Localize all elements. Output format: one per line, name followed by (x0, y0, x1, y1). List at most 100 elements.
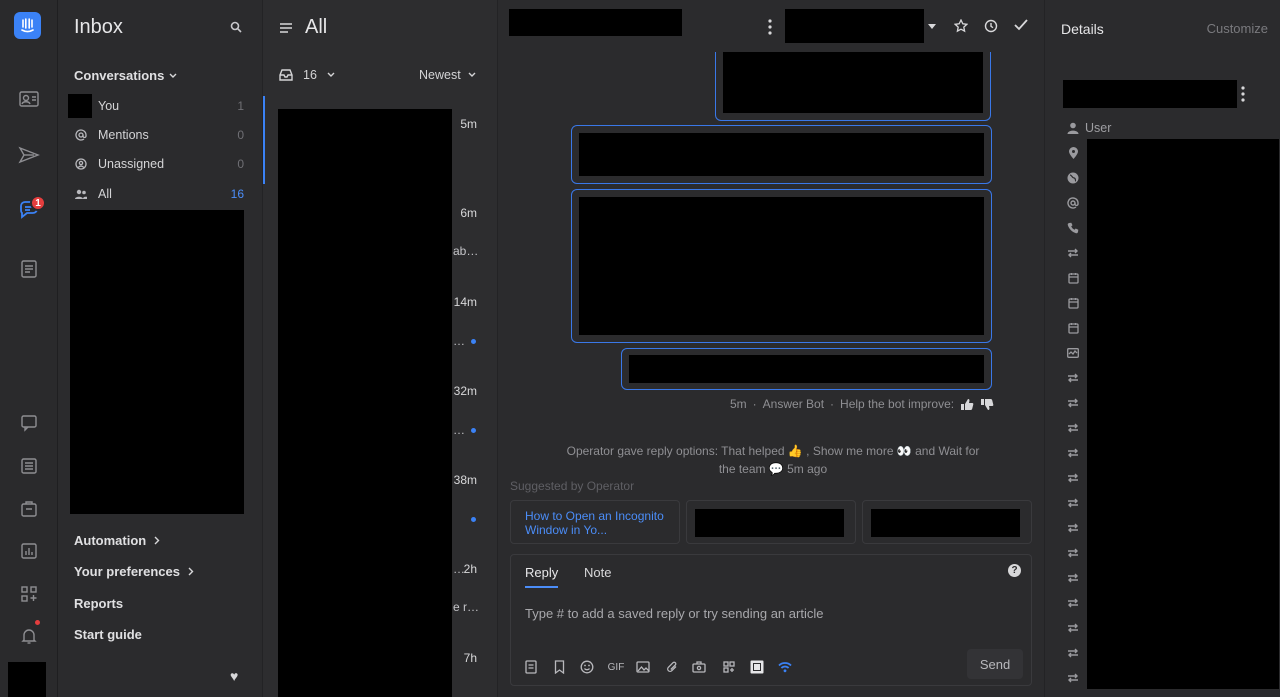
suggested-article-card[interactable] (686, 500, 856, 544)
articles-icon[interactable] (16, 256, 42, 282)
open-count: 16 (303, 68, 317, 82)
reply-input[interactable]: Type # to add a saved reply or try sendi… (525, 606, 823, 621)
unassigned-icon (74, 158, 88, 170)
attribute-icon (1067, 597, 1079, 609)
redacted-attributes (1087, 139, 1279, 689)
saved-reply-icon[interactable] (523, 659, 539, 675)
sidebar-item-label: All (98, 187, 112, 201)
emoji-icon[interactable] (579, 659, 595, 675)
sidebar-item-label: Mentions (98, 128, 149, 142)
redacted-message (579, 133, 984, 176)
tab-reply[interactable]: Reply (525, 565, 559, 588)
thumbs-down-icon[interactable] (980, 398, 994, 411)
more-options-icon[interactable] (768, 19, 772, 35)
message-bubble (621, 348, 992, 390)
customize-link[interactable]: Customize (1207, 21, 1268, 36)
details-title: Details (1061, 21, 1104, 37)
tab-note[interactable]: Note (584, 565, 611, 580)
inbox-tray-icon (279, 69, 293, 81)
globe-icon (1067, 172, 1079, 184)
close-conversation-check-icon[interactable] (1014, 19, 1028, 31)
user-avatar[interactable] (8, 662, 46, 697)
image-icon[interactable] (635, 659, 651, 675)
sidebar-item-mentions[interactable]: Mentions 0 (74, 124, 244, 146)
message-bubble (571, 125, 992, 184)
inbox-tray-icon[interactable] (16, 496, 42, 522)
calendar-icon (1067, 297, 1079, 309)
chevron-down-icon (169, 73, 177, 78)
preferences-link[interactable]: Your preferences (74, 564, 194, 579)
avatar (68, 94, 92, 118)
list-item-time: 7h (463, 651, 477, 665)
sidebar-item-count: 0 (237, 157, 244, 171)
contacts-icon[interactable] (16, 86, 42, 112)
start-guide-link[interactable]: Start guide (74, 627, 142, 642)
outbound-icon[interactable] (16, 142, 42, 168)
apps-inserter-icon[interactable] (691, 659, 707, 675)
calendar-icon (1067, 322, 1079, 334)
email-at-icon (1067, 197, 1079, 209)
suggested-article-card[interactable] (862, 500, 1032, 544)
list-item-time: 14m (453, 295, 477, 309)
apps-icon[interactable] (16, 581, 42, 607)
chevron-right-icon (188, 567, 194, 576)
unread-dot (471, 339, 476, 344)
thumbs-up-icon[interactable] (960, 398, 974, 411)
menu-icon[interactable] (279, 22, 293, 34)
attribute-icon (1067, 547, 1079, 559)
bot-feedback-prompt: Help the bot improve: (840, 397, 955, 411)
automation-label: Automation (74, 533, 147, 548)
sidebar-item-count: 16 (230, 187, 244, 201)
star-icon[interactable] (954, 19, 968, 33)
automation-link[interactable]: Automation (74, 533, 160, 548)
feed-icon[interactable] (16, 453, 42, 479)
user-icon (1067, 122, 1079, 134)
at-icon (74, 129, 88, 141)
list-item-snippet: … (453, 423, 465, 437)
sidebar-item-label: You (98, 99, 120, 113)
redacted-suggestion (695, 509, 844, 537)
gif-icon[interactable]: GIF (607, 659, 625, 675)
app-store-icon[interactable] (721, 659, 737, 675)
inbox-sidebar: Inbox Conversations You 1 Mentions 0 Una… (58, 0, 262, 697)
sidebar-item-all[interactable]: All 16 (74, 183, 244, 205)
send-button[interactable]: Send (967, 649, 1023, 679)
logo-icon[interactable] (14, 12, 41, 39)
more-options-icon[interactable] (1241, 86, 1245, 102)
list-item-time: 38m (453, 473, 477, 487)
notifications-icon[interactable] (16, 623, 42, 649)
search-icon[interactable] (230, 21, 242, 33)
redacted-assignee[interactable] (785, 9, 924, 43)
redacted-user-name[interactable] (1063, 80, 1237, 108)
suggested-article-card[interactable]: How to Open an Incognito Window in Yo... (510, 500, 680, 544)
status-filter[interactable]: 16 (279, 68, 335, 82)
notification-badge: 1 (30, 195, 46, 211)
sidebar-item-unassigned[interactable]: Unassigned 0 (74, 153, 244, 175)
unread-dot (471, 428, 476, 433)
sidebar-item-you[interactable]: You 1 (68, 94, 244, 118)
help-icon[interactable]: ? (1008, 564, 1021, 577)
unread-dot (471, 517, 476, 522)
bookmark-icon[interactable] (551, 659, 567, 675)
reports-link[interactable]: Reports (74, 596, 123, 611)
wifi-integration-icon[interactable] (777, 659, 793, 675)
attribute-icon (1067, 372, 1079, 384)
article-insert-icon[interactable] (749, 659, 765, 675)
heart-icon[interactable]: ♥ (230, 668, 238, 684)
messages-icon[interactable] (16, 410, 42, 436)
list-header: All (279, 16, 327, 39)
sort-dropdown[interactable]: Newest (419, 68, 476, 82)
assignee-dropdown-icon[interactable] (928, 24, 936, 29)
message-bubble (715, 52, 991, 121)
reports-icon[interactable] (16, 538, 42, 564)
attribute-icon (1067, 497, 1079, 509)
snooze-clock-icon[interactable] (984, 19, 998, 33)
conversations-header[interactable]: Conversations (74, 68, 177, 83)
preferences-label: Your preferences (74, 564, 180, 579)
calendar-icon (1067, 272, 1079, 284)
list-item-time: 5m (460, 117, 477, 131)
sidebar-item-label: Unassigned (98, 157, 165, 171)
operator-note: Operator gave reply options: That helped… (566, 444, 980, 476)
attachment-icon[interactable] (664, 659, 680, 675)
sidebar-item-count: 0 (237, 128, 244, 142)
